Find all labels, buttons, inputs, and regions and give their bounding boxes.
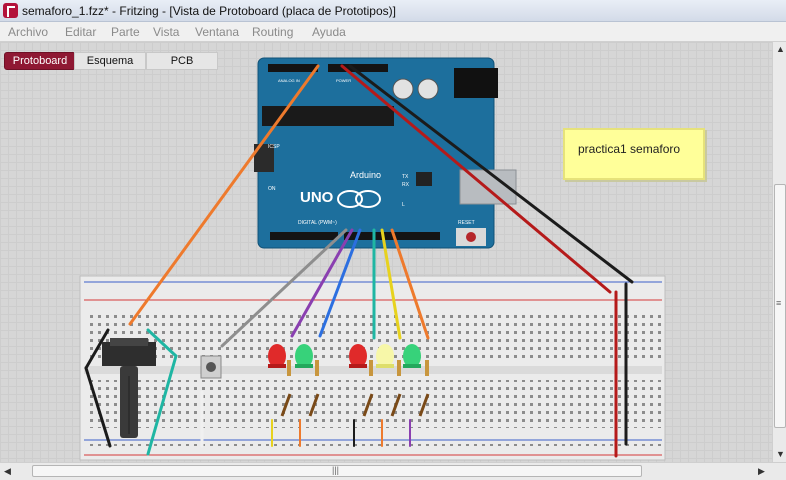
horizontal-grip-icon: |||	[332, 465, 340, 475]
menu-bar: Archivo Editar Parte Vista Ventana Routi…	[0, 22, 786, 42]
push-button[interactable]	[200, 355, 222, 379]
reset-label: RESET	[458, 220, 475, 226]
menu-routing[interactable]: Routing	[252, 25, 293, 39]
tab-protoboard[interactable]: Protoboard	[4, 52, 76, 70]
menu-editar[interactable]: Editar	[65, 25, 96, 39]
vertical-grip-icon: ≡	[776, 298, 782, 308]
breadboard-scene: UNO Arduino DIGITAL (PWM~) RESET ICSP TX…	[79, 57, 666, 461]
horizontal-scrollbar[interactable]: ◀ ||| ▶	[0, 462, 786, 480]
menu-parte[interactable]: Parte	[111, 25, 140, 39]
menu-ventana[interactable]: Ventana	[195, 25, 239, 39]
menu-ayuda[interactable]: Ayuda	[312, 25, 346, 39]
scroll-up-icon[interactable]: ▲	[776, 44, 785, 54]
scroll-left-icon[interactable]: ◀	[4, 466, 11, 477]
arduino-brand-label: Arduino	[350, 170, 381, 180]
scroll-right-icon[interactable]: ▶	[758, 466, 765, 477]
led-green-1[interactable]	[295, 344, 313, 368]
window-title: semaforo_1.fzz* - Fritzing - [Vista de P…	[22, 4, 396, 18]
led-green-2[interactable]	[403, 344, 421, 368]
tab-esquema[interactable]: Esquema	[74, 52, 146, 70]
analog-in-label: ANALOG IN	[278, 78, 300, 83]
menu-vista[interactable]: Vista	[153, 25, 179, 39]
digital-pins-label: DIGITAL (PWM~)	[298, 220, 337, 226]
led-red-2[interactable]	[349, 344, 367, 368]
title-bar: semaforo_1.fzz* - Fritzing - [Vista de P…	[0, 0, 786, 22]
tx-label: TX	[402, 174, 409, 180]
tab-pcb[interactable]: PCB	[146, 52, 218, 70]
vertical-scrollbar[interactable]: ▲ ≡ ▼	[772, 42, 786, 462]
note-card[interactable]: practica1 semaforo	[563, 128, 705, 180]
breadboard-canvas[interactable]: UNO Arduino DIGITAL (PWM~) RESET ICSP TX…	[0, 42, 772, 462]
menu-archivo[interactable]: Archivo	[8, 25, 48, 39]
l-label: L	[402, 202, 405, 208]
led-red-1[interactable]	[268, 344, 286, 368]
led-yellow[interactable]	[376, 344, 394, 368]
rx-label: RX	[402, 182, 410, 188]
scroll-down-icon[interactable]: ▼	[776, 449, 785, 459]
note-text: practica1 semaforo	[578, 142, 681, 156]
arduino-uno-board[interactable]: UNO Arduino DIGITAL (PWM~) RESET ICSP TX…	[254, 57, 517, 249]
icsp-label: ICSP	[268, 144, 280, 150]
fritzing-app-icon[interactable]	[3, 3, 18, 18]
on-label: ON	[268, 186, 276, 192]
power-label: POWER	[336, 78, 351, 83]
view-tabs: Protoboard Esquema PCB	[0, 42, 786, 72]
arduino-model-label: UNO	[300, 189, 334, 206]
